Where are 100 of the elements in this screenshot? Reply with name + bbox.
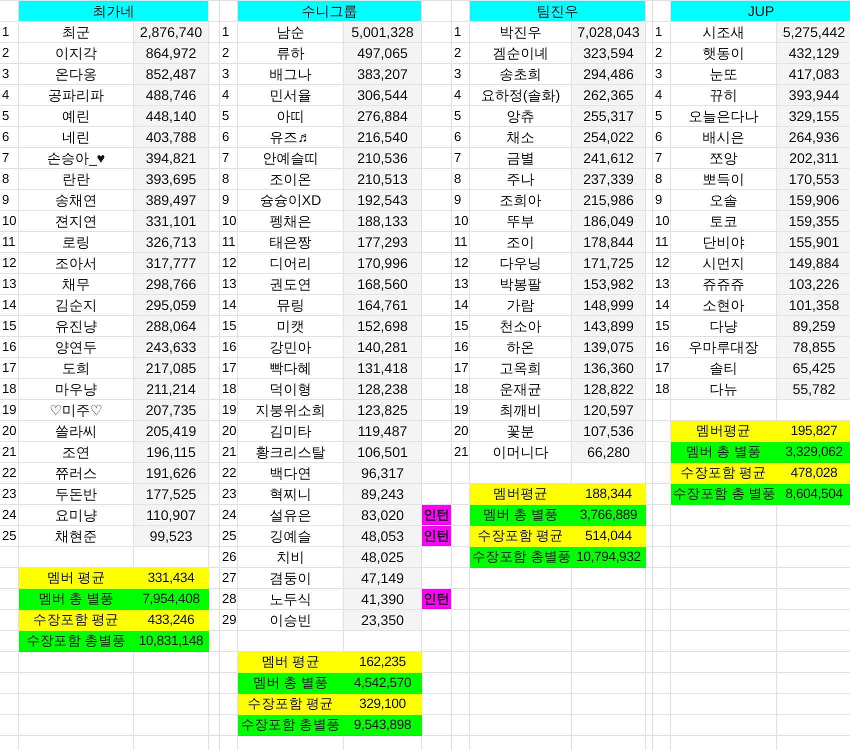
view-count: 210,513 [344,169,422,190]
view-count: 215,986 [572,190,646,211]
summary-value: 188,344 [572,484,646,505]
view-count: 217,085 [134,358,209,379]
view-count: 123,825 [344,400,422,421]
view-count: 78,855 [777,337,850,358]
view-count: 331,101 [134,211,209,232]
view-count: 48,025 [344,547,422,568]
view-count: 148,999 [572,295,646,316]
view-count: 2,876,740 [134,22,209,43]
summary-value: 478,028 [777,463,850,484]
view-count: 139,075 [572,337,646,358]
summary-value: 3,766,889 [572,505,646,526]
summary-label: 수장포함 총별풍 [19,631,134,652]
view-count: 48,053 [344,526,422,547]
view-count: 7,028,043 [572,22,646,43]
summary-label: 수장포함 총 별풍 [671,484,777,505]
view-count: 136,360 [572,358,646,379]
group-header: 최가네 [19,1,209,22]
view-count: 188,133 [344,211,422,232]
view-count: 294,486 [572,64,646,85]
view-count: 243,633 [134,337,209,358]
summary-value: 9,543,898 [344,715,422,736]
summary-value: 329,100 [344,694,422,715]
view-count: 170,996 [344,253,422,274]
view-count: 83,020 [344,505,422,526]
view-count: 276,884 [344,106,422,127]
summary-value: 331,434 [134,568,209,589]
view-count: 205,419 [134,421,209,442]
summary-value: 8,604,504 [777,484,850,505]
view-count: 389,497 [134,190,209,211]
intern-tag: 인턴 [422,526,452,547]
view-count: 211,214 [134,379,209,400]
view-count: 110,907 [134,505,209,526]
view-count: 432,129 [777,43,850,64]
view-count: 417,083 [777,64,850,85]
view-count: 96,317 [344,463,422,484]
view-count: 143,899 [572,316,646,337]
view-count: 191,626 [134,463,209,484]
view-count: 323,594 [572,43,646,64]
intern-tag: 인턴 [422,589,452,610]
view-count: 23,350 [344,610,422,631]
view-count: 178,844 [572,232,646,253]
summary-label: 수장포함 평균 [671,463,777,484]
summary-label: 수장포함 평균 [19,610,134,631]
view-count: 153,982 [572,274,646,295]
view-count: 192,543 [344,190,422,211]
summary-label: 멤버 총 별풍 [19,589,134,610]
summary-label: 멤버 평균 [238,652,344,673]
summary-label: 멤버평균 [470,484,572,505]
summary-label: 수장포함 총별풍 [470,547,572,568]
summary-value: 10,831,148 [134,631,209,652]
view-count: 89,243 [344,484,422,505]
view-count: 101,358 [777,295,850,316]
view-count: 298,766 [134,274,209,295]
summary-label: 멤버 총 별풍 [671,442,777,463]
summary-label: 멤버 총 별풍 [470,505,572,526]
group-header: JUP [671,1,850,22]
view-count: 149,884 [777,253,850,274]
view-count: 140,281 [344,337,422,358]
group-header: 팀진우 [470,1,646,22]
view-count: 210,536 [344,148,422,169]
view-count: 196,115 [134,442,209,463]
summary-value: 195,827 [777,421,850,442]
view-count: 306,544 [344,85,422,106]
view-count: 202,311 [777,148,850,169]
summary-label: 수장포함 평균 [238,694,344,715]
view-count: 170,553 [777,169,850,190]
view-count: 103,226 [777,274,850,295]
view-count: 131,418 [344,358,422,379]
view-count: 5,001,328 [344,22,422,43]
summary-label: 멤버 평균 [19,568,134,589]
view-count: 255,317 [572,106,646,127]
summary-value: 7,954,408 [134,589,209,610]
view-count: 216,540 [344,127,422,148]
view-count: 295,059 [134,295,209,316]
view-count: 128,238 [344,379,422,400]
view-count: 852,487 [134,64,209,85]
view-count: 177,525 [134,484,209,505]
view-count: 155,901 [777,232,850,253]
intern-tag: 인턴 [422,505,452,526]
view-count: 317,777 [134,253,209,274]
view-count: 207,735 [134,400,209,421]
view-count: 393,695 [134,169,209,190]
view-count: 403,788 [134,127,209,148]
view-count: 168,560 [344,274,422,295]
view-count: 393,944 [777,85,850,106]
view-count: 288,064 [134,316,209,337]
view-count: 171,725 [572,253,646,274]
view-count: 326,713 [134,232,209,253]
view-count: 241,612 [572,148,646,169]
view-count: 394,821 [134,148,209,169]
view-count: 497,065 [344,43,422,64]
view-count: 237,339 [572,169,646,190]
view-count: 99,523 [134,526,209,547]
view-count: 264,936 [777,127,850,148]
view-count: 864,972 [134,43,209,64]
summary-label: 수장포함 총별풍 [238,715,344,736]
view-count: 383,207 [344,64,422,85]
group-header: 수니그룹 [238,1,422,22]
